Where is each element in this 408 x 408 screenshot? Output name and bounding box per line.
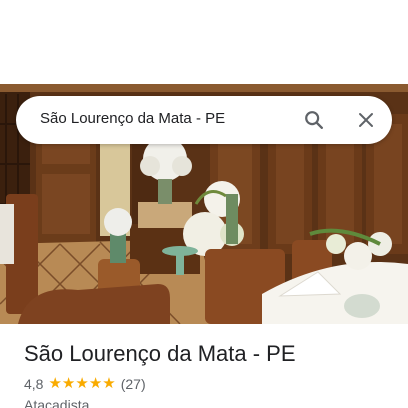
- search-bar[interactable]: São Lourenço da Mata - PE: [16, 96, 392, 144]
- close-icon: [359, 113, 373, 127]
- star-rating: ★ ★ ★ ★ ★: [48, 376, 115, 392]
- star-icon: ★: [75, 375, 89, 392]
- star-icon: ★: [48, 375, 62, 392]
- review-count[interactable]: (27): [121, 376, 146, 392]
- star-icon: ★: [102, 375, 116, 392]
- rating-value: 4,8: [24, 376, 44, 392]
- clear-button[interactable]: [352, 106, 380, 134]
- place-category: Atacadista: [24, 397, 90, 408]
- place-page: São Lourenço da Mata - PE São Lourenço d…: [0, 0, 408, 408]
- search-button[interactable]: [300, 106, 328, 134]
- place-title: São Lourenço da Mata - PE: [24, 341, 296, 366]
- star-icon: ★: [61, 375, 76, 392]
- search-input[interactable]: São Lourenço da Mata - PE: [40, 110, 225, 127]
- rating-row[interactable]: 4,8 ★ ★ ★ ★ ★ (27): [24, 376, 146, 393]
- star-icon: ★: [88, 375, 103, 392]
- search-icon: [305, 111, 323, 129]
